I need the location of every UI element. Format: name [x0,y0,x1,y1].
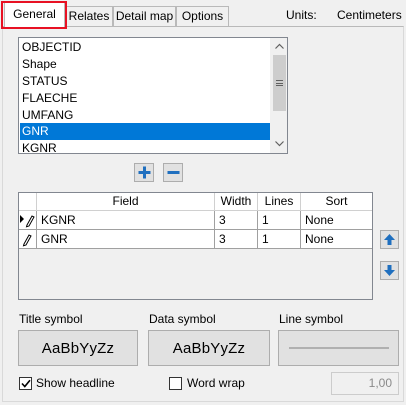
wrap-width-input[interactable]: 1,00 [331,372,399,395]
title-symbol-button[interactable]: AaBbYyZz [18,330,138,366]
show-headline-checkbox[interactable] [19,377,32,390]
scroll-down-icon[interactable] [271,136,287,153]
tab-options[interactable]: Options [176,6,229,26]
scroll-thumb[interactable] [273,55,286,111]
tab-relates[interactable]: Relates [65,6,113,26]
list-item[interactable]: OBJECTID [20,39,271,56]
units-value: Centimeters [337,8,402,22]
table-cell-width[interactable]: 3 [215,211,258,230]
table-cell-field[interactable]: KGNR [37,211,215,230]
show-headline-label[interactable]: Show headline [36,377,115,390]
list-item[interactable]: UMFANG [20,107,271,124]
data-symbol-button[interactable]: AaBbYyZz [148,330,270,366]
list-item[interactable]: Shape [20,56,271,73]
units-label: Units: [286,8,317,22]
table-cell-width[interactable]: 3 [215,230,258,249]
field-list[interactable]: OBJECTID Shape STATUS FLAECHE UMFANG GNR… [18,37,288,154]
tab-detail-map[interactable]: Detail map [113,6,176,26]
line-symbol-button[interactable] [278,330,399,366]
data-symbol-label: Data symbol [149,312,216,326]
line-symbol-preview [288,347,389,349]
table-cell-sort[interactable]: None [301,211,372,230]
minus-icon [167,171,179,174]
list-scrollbar[interactable] [270,38,287,153]
move-down-button[interactable] [380,261,399,280]
remove-field-button[interactable] [163,163,183,182]
column-header-width[interactable]: Width [215,193,258,211]
column-header-sort[interactable]: Sort [301,193,372,211]
list-item[interactable]: KGNR [20,140,271,153]
add-field-button[interactable] [134,163,154,182]
field-grid[interactable]: Field Width Lines Sort KGNR 3 1 None GNR… [18,192,373,300]
list-item[interactable]: STATUS [20,73,271,90]
edit-pencil-icon [22,234,32,247]
table-cell-lines[interactable]: 1 [258,230,301,249]
column-header-field[interactable]: Field [37,193,215,211]
list-item-selected[interactable]: GNR [20,123,271,140]
current-row-edit-icon [20,215,35,228]
table-cell-sort[interactable]: None [301,230,372,249]
move-up-button[interactable] [380,230,399,249]
plus-icon [138,166,150,179]
arrow-up-icon [384,234,395,245]
scroll-up-icon[interactable] [271,38,287,55]
checkmark-icon [20,379,31,388]
row-header[interactable] [19,230,37,249]
arrow-down-icon [384,265,395,276]
tab-general[interactable]: General [4,2,65,27]
grid-corner [19,193,37,211]
word-wrap-label[interactable]: Word wrap [187,377,245,390]
list-item[interactable]: FLAECHE [20,90,271,107]
column-header-lines[interactable]: Lines [258,193,301,211]
table-cell-lines[interactable]: 1 [258,211,301,230]
word-wrap-checkbox[interactable] [169,377,182,390]
row-header-current[interactable] [19,211,37,230]
line-symbol-label: Line symbol [279,312,344,326]
table-cell-field[interactable]: GNR [37,230,215,249]
title-symbol-label: Title symbol [19,312,83,326]
